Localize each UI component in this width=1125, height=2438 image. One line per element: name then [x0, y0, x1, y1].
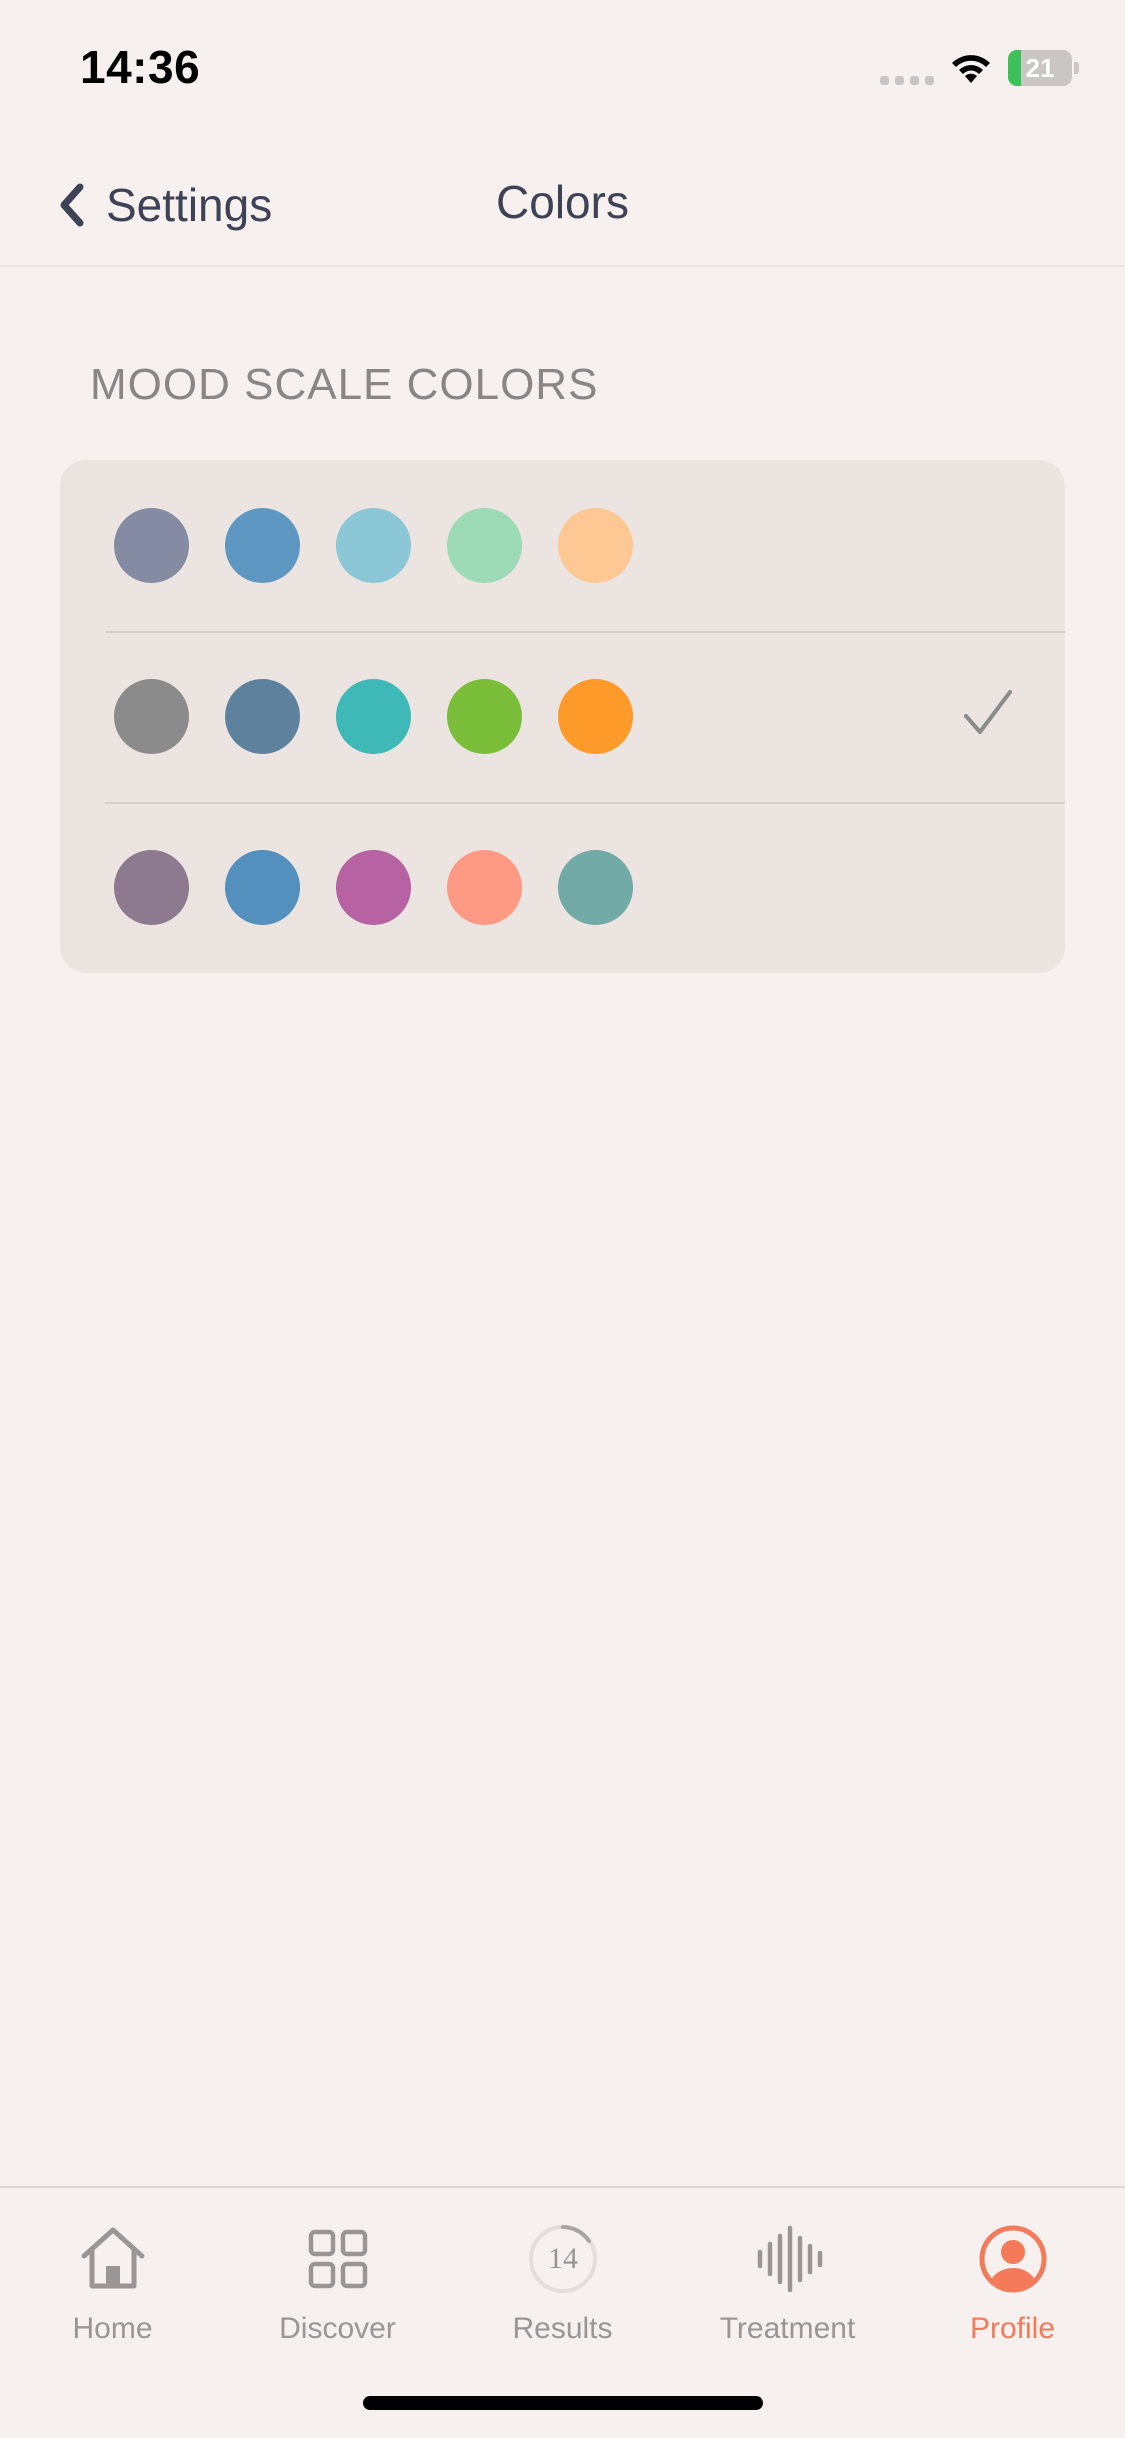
navigation-bar: Settings Colors	[0, 135, 1125, 267]
color-option-row[interactable]	[60, 631, 1065, 802]
color-swatch	[225, 679, 300, 754]
battery-icon: 21	[1008, 50, 1080, 86]
color-swatch	[114, 850, 189, 925]
swatch-group	[114, 508, 633, 583]
grid-icon	[308, 2229, 368, 2289]
color-swatch	[225, 850, 300, 925]
waveform-icon	[757, 2225, 823, 2293]
tab-label: Profile	[969, 2312, 1056, 2345]
tab-results[interactable]: 14 Results	[450, 2212, 675, 2362]
color-swatch	[336, 679, 411, 754]
cellular-signal-icon	[880, 76, 934, 85]
color-swatch	[114, 508, 189, 583]
tab-profile[interactable]: Profile	[900, 2212, 1125, 2362]
results-badge: 14	[548, 2242, 578, 2275]
color-swatch	[447, 508, 522, 583]
tab-label: Home	[72, 2312, 153, 2345]
swatch-group	[114, 679, 633, 754]
profile-icon	[979, 2225, 1047, 2293]
divider	[105, 631, 1065, 633]
home-indicator	[363, 2396, 763, 2410]
color-option-row[interactable]	[60, 460, 1065, 631]
color-options-list	[60, 460, 1065, 973]
battery-level: 21	[1025, 53, 1055, 83]
page-title: Colors	[496, 176, 629, 228]
color-option-row[interactable]	[60, 802, 1065, 973]
color-swatch	[558, 508, 633, 583]
color-swatch	[336, 850, 411, 925]
home-icon	[81, 2227, 145, 2289]
section-header: MOOD SCALE COLORS	[90, 360, 599, 409]
divider	[105, 802, 1065, 804]
color-swatch	[447, 850, 522, 925]
color-swatch	[225, 508, 300, 583]
tab-home[interactable]: Home	[0, 2212, 225, 2362]
tab-treatment[interactable]: Treatment	[675, 2212, 900, 2362]
wifi-icon	[952, 55, 990, 83]
color-swatch	[558, 679, 633, 754]
status-time: 14:36	[80, 41, 201, 93]
color-swatch	[336, 508, 411, 583]
checkmark-icon	[964, 690, 1012, 734]
color-swatch	[114, 679, 189, 754]
color-swatch	[447, 679, 522, 754]
tab-label: Discover	[279, 2312, 396, 2345]
tab-label: Results	[512, 2312, 613, 2345]
status-bar: 14:36 21	[0, 0, 1125, 135]
color-swatch	[558, 850, 633, 925]
swatch-group	[114, 850, 633, 925]
tab-discover[interactable]: Discover	[225, 2212, 450, 2362]
tab-label: Treatment	[719, 2312, 856, 2345]
